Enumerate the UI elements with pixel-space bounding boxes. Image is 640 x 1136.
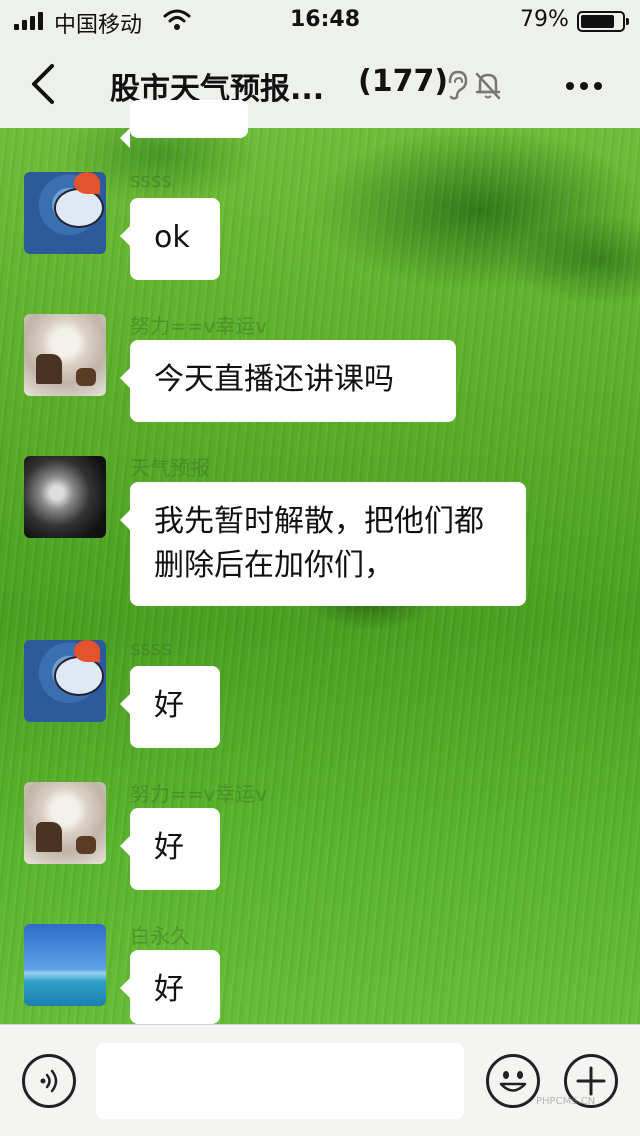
sender-name: 努力==v幸运v	[130, 314, 268, 338]
back-icon[interactable]	[24, 62, 64, 106]
battery-icon	[577, 11, 629, 32]
chat-header: 股市天气预报... (177)	[0, 40, 640, 128]
deer-avatar[interactable]	[24, 782, 106, 864]
message-bubble[interactable]: 好	[120, 666, 220, 748]
message-bubble[interactable]: ok	[120, 198, 220, 280]
message-input[interactable]	[96, 1043, 464, 1119]
emoji-icon[interactable]	[486, 1054, 540, 1108]
input-bar	[0, 1024, 640, 1136]
member-count: (177)	[358, 64, 449, 99]
message-bubble[interactable]: 今天直播还讲课吗	[120, 340, 456, 422]
fish-avatar[interactable]	[24, 172, 106, 254]
sender-name: ssss	[130, 636, 172, 660]
sender-name: ssss	[130, 168, 172, 192]
sender-name: 白永久	[130, 924, 190, 948]
fish-avatar[interactable]	[24, 640, 106, 722]
voice-icon[interactable]	[22, 1054, 76, 1108]
mute-bell-icon	[475, 72, 501, 100]
signal-icon	[14, 12, 48, 30]
carrier-name: 中国移动	[54, 13, 143, 38]
status-bar: 中国移动 16:48 79%	[0, 0, 640, 40]
message-bubble[interactable]: 好	[120, 950, 220, 1024]
watermark: PHPCMS.CN	[536, 1096, 596, 1107]
clock: 16:48	[290, 7, 361, 32]
battery-percent: 79%	[520, 7, 569, 32]
message-bubble[interactable]	[120, 100, 248, 148]
horse-avatar[interactable]	[24, 456, 106, 538]
deer-avatar[interactable]	[24, 314, 106, 396]
wifi-icon	[163, 9, 191, 30]
more-icon[interactable]	[562, 70, 606, 100]
ear-icon	[448, 70, 468, 100]
sea-avatar[interactable]	[24, 924, 106, 1006]
message-bubble[interactable]: 我先暂时解散，把他们都删除后在加你们，	[120, 482, 526, 606]
sender-name: 天气预报	[130, 456, 210, 480]
message-bubble[interactable]: 好	[120, 808, 220, 890]
sender-name: 努力==v幸运v	[130, 782, 268, 806]
